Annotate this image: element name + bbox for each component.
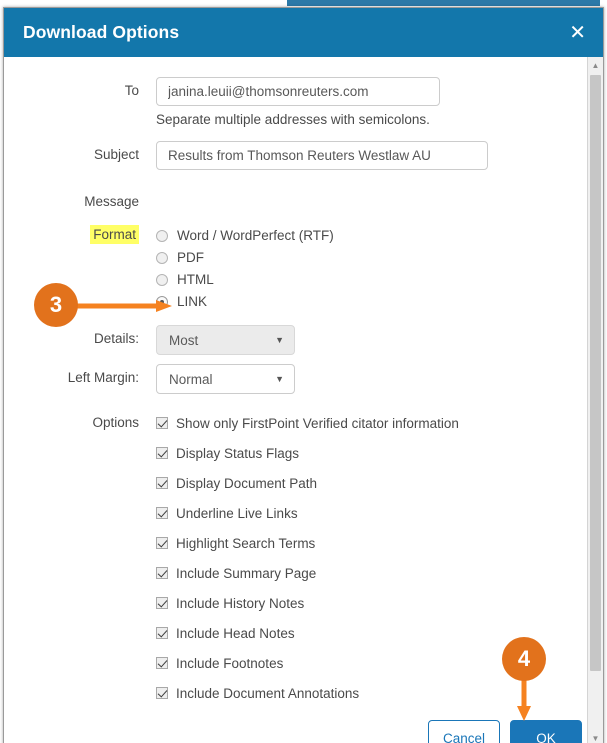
details-label: Details:: [93, 331, 139, 346]
option-label: Show only FirstPoint Verified citator in…: [176, 415, 459, 431]
form-row-message: Message: [4, 188, 603, 209]
options-label: Options: [92, 415, 139, 430]
option-display-document-path[interactable]: Display Document Path: [156, 468, 603, 498]
subject-label: Subject: [93, 147, 139, 162]
arrow-down-icon: [517, 676, 531, 721]
annotation-badge-4: 4: [502, 637, 546, 681]
option-highlight-search-terms[interactable]: Highlight Search Terms: [156, 528, 603, 558]
left-margin-select[interactable]: Normal ▼: [156, 364, 295, 394]
option-display-status-flags[interactable]: Display Status Flags: [156, 438, 603, 468]
option-include-summary-page[interactable]: Include Summary Page: [156, 558, 603, 588]
chevron-down-icon: ▼: [275, 374, 284, 384]
checkbox-checked-icon: [156, 507, 168, 519]
triangle-down-icon[interactable]: ▼: [588, 730, 603, 743]
format-radio-group: Word / WordPerfect (RTF) PDF HTML LINK: [156, 225, 603, 313]
form-row-to: To Separate multiple addresses with semi…: [4, 77, 603, 127]
details-field-group: Most ▼: [156, 325, 603, 355]
checkbox-checked-icon: [156, 537, 168, 549]
screen: Download Options ✕ To Separate multiple …: [0, 0, 607, 743]
option-firstpoint-verified[interactable]: Show only FirstPoint Verified citator in…: [156, 408, 603, 438]
ok-button[interactable]: OK: [510, 720, 582, 743]
format-option-label: Word / WordPerfect (RTF): [177, 228, 334, 243]
dialog-footer: Cancel OK: [4, 718, 588, 743]
to-field-group: Separate multiple addresses with semicol…: [156, 77, 603, 127]
triangle-up-icon[interactable]: ▲: [588, 57, 603, 73]
annotation-badge-3: 3: [34, 283, 78, 327]
form-row-details: Details: Most ▼: [4, 325, 603, 355]
page-background-banner: [287, 0, 600, 6]
checkbox-checked-icon: [156, 477, 168, 489]
format-option-label: HTML: [177, 272, 214, 287]
form-row-subject: Subject: [4, 141, 603, 170]
option-underline-live-links[interactable]: Underline Live Links: [156, 498, 603, 528]
subject-input[interactable]: [156, 141, 488, 170]
message-label: Message: [84, 194, 139, 209]
format-option-pdf[interactable]: PDF: [156, 247, 603, 268]
format-option-label: PDF: [177, 250, 204, 265]
left-margin-label: Left Margin:: [67, 370, 139, 385]
left-margin-select-value: Normal: [169, 371, 213, 387]
dialog-header: Download Options ✕: [4, 8, 603, 57]
format-label-cell: Format: [4, 225, 156, 244]
to-label: To: [124, 83, 139, 98]
checkbox-checked-icon: [156, 597, 168, 609]
scrollbar-thumb[interactable]: [590, 75, 601, 671]
to-helper-text: Separate multiple addresses with semicol…: [156, 112, 430, 127]
format-label: Format: [90, 225, 139, 244]
format-option-link[interactable]: LINK: [156, 291, 603, 312]
cancel-button[interactable]: Cancel: [428, 720, 500, 743]
option-label: Include Summary Page: [176, 565, 317, 581]
details-select[interactable]: Most ▼: [156, 325, 295, 355]
checkbox-checked-icon: [156, 657, 168, 669]
format-option-html[interactable]: HTML: [156, 269, 603, 290]
checkbox-checked-icon: [156, 687, 168, 699]
format-option-rtf[interactable]: Word / WordPerfect (RTF): [156, 225, 603, 246]
radio-icon: [156, 251, 168, 264]
checkbox-checked-icon: [156, 567, 168, 579]
details-select-value: Most: [169, 332, 199, 348]
checkbox-checked-icon: [156, 627, 168, 639]
option-label: Highlight Search Terms: [176, 535, 316, 551]
option-label: Include Head Notes: [176, 625, 295, 641]
radio-icon: [156, 273, 168, 286]
to-input[interactable]: [156, 77, 440, 106]
left-margin-field-group: Normal ▼: [156, 364, 603, 394]
message-field-group: [156, 188, 603, 206]
checkbox-checked-icon: [156, 447, 168, 459]
option-label: Include History Notes: [176, 595, 305, 611]
form-row-left-margin: Left Margin: Normal ▼: [4, 364, 603, 394]
option-label: Display Status Flags: [176, 445, 300, 461]
radio-icon: [156, 229, 168, 242]
option-label: Underline Live Links: [176, 505, 298, 521]
option-label: Include Footnotes: [176, 655, 284, 671]
option-include-history-notes[interactable]: Include History Notes: [156, 588, 603, 618]
subject-field-group: [156, 141, 603, 170]
checkbox-checked-icon: [156, 417, 168, 429]
option-label: Display Document Path: [176, 475, 318, 491]
close-icon[interactable]: ✕: [569, 22, 586, 42]
vertical-scrollbar[interactable]: ▲ ▼: [587, 57, 603, 743]
format-option-label: LINK: [177, 294, 208, 309]
download-options-dialog: Download Options ✕ To Separate multiple …: [3, 7, 604, 743]
chevron-down-icon: ▼: [275, 335, 284, 345]
option-include-document-annotations[interactable]: Include Document Annotations: [156, 678, 603, 708]
option-label: Include Document Annotations: [176, 685, 360, 701]
dialog-title: Download Options: [23, 22, 180, 42]
arrow-right-icon: [76, 300, 172, 312]
